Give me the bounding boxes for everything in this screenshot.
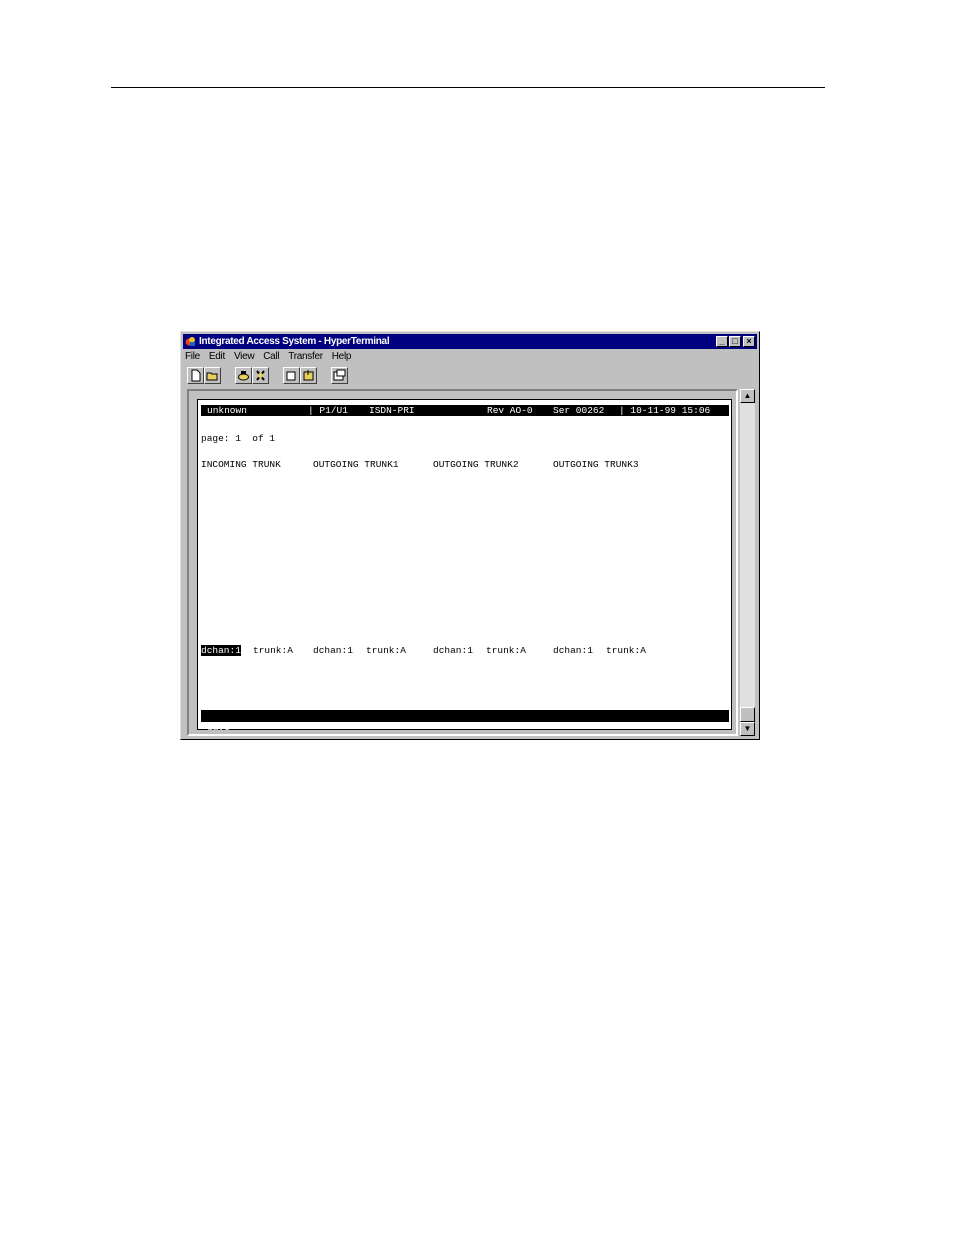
trunk-field-outgoing1[interactable]: trunk:A	[366, 645, 406, 656]
status-host: unknown	[207, 405, 247, 416]
header-outgoing-trunk3: OUTGOING TRUNK3	[553, 459, 639, 470]
terminal-client-area: unknown | P1/U1 ISDN-PRI Rev AO-0 Ser 00…	[187, 389, 738, 736]
scroll-up-icon[interactable]: ▲	[740, 389, 755, 403]
menu-edit[interactable]: Edit	[209, 350, 225, 364]
header-outgoing-trunk1: OUTGOING TRUNK1	[313, 459, 399, 470]
header-outgoing-trunk2: OUTGOING TRUNK2	[433, 459, 519, 470]
menu-transfer[interactable]: Transfer	[288, 350, 323, 364]
hyperterminal-window: Integrated Access System - HyperTerminal…	[180, 331, 760, 740]
window-controls: _ □ ×	[715, 336, 755, 347]
minimize-icon[interactable]: _	[716, 336, 728, 347]
vertical-scrollbar[interactable]: ▲ ▼	[740, 389, 755, 736]
scroll-thumb[interactable]	[740, 707, 755, 722]
new-icon[interactable]	[187, 367, 204, 384]
page-indicator: page: 1 of 1	[201, 433, 276, 444]
receive-icon[interactable]	[300, 367, 317, 384]
window-title: Integrated Access System - HyperTerminal	[199, 336, 390, 347]
dchan-field-incoming[interactable]: dchan:1	[201, 645, 241, 656]
terminal-screen[interactable]: unknown | P1/U1 ISDN-PRI Rev AO-0 Ser 00…	[197, 399, 732, 733]
close-icon[interactable]: ×	[743, 336, 755, 347]
menu-bar: File Edit View Call Transfer Help	[185, 350, 360, 364]
dchan-field-outgoing2[interactable]: dchan:1	[433, 645, 473, 656]
disconnect-icon[interactable]	[252, 367, 269, 384]
status-ser: Ser 00262	[553, 405, 605, 416]
hyperterminal-app-icon	[185, 337, 195, 346]
open-icon[interactable]	[204, 367, 221, 384]
dchan-field-outgoing1[interactable]: dchan:1	[313, 645, 353, 656]
status-slot: | P1/U1	[308, 405, 348, 416]
status-type: ISDN-PRI	[369, 405, 415, 416]
status-rev: Rev AO-0	[487, 405, 533, 416]
title-bar[interactable]: Integrated Access System - HyperTerminal…	[183, 334, 757, 349]
trunk-field-outgoing3[interactable]: trunk:A	[606, 645, 646, 656]
save-command[interactable]: Save	[207, 722, 230, 734]
command-bar: Save	[201, 710, 729, 733]
menu-file[interactable]: File	[185, 350, 200, 364]
menu-call[interactable]: Call	[263, 350, 279, 364]
menu-view[interactable]: View	[234, 350, 255, 364]
page-header-rule	[111, 87, 825, 88]
trunk-field-incoming[interactable]: trunk:A	[253, 645, 293, 656]
menu-help[interactable]: Help	[332, 350, 352, 364]
trunk-field-outgoing2[interactable]: trunk:A	[486, 645, 526, 656]
terminal-status-bar: unknown | P1/U1 ISDN-PRI Rev AO-0 Ser 00…	[201, 405, 729, 416]
properties-icon[interactable]	[331, 367, 348, 384]
scroll-down-icon[interactable]: ▼	[740, 722, 755, 736]
header-incoming-trunk: INCOMING TRUNK	[201, 459, 281, 470]
maximize-icon[interactable]: □	[729, 336, 741, 347]
send-icon[interactable]	[283, 367, 300, 384]
dchan-field-outgoing3[interactable]: dchan:1	[553, 645, 593, 656]
connect-icon[interactable]	[235, 367, 252, 384]
status-datetime: | 10-11-99 15:06	[619, 405, 711, 416]
